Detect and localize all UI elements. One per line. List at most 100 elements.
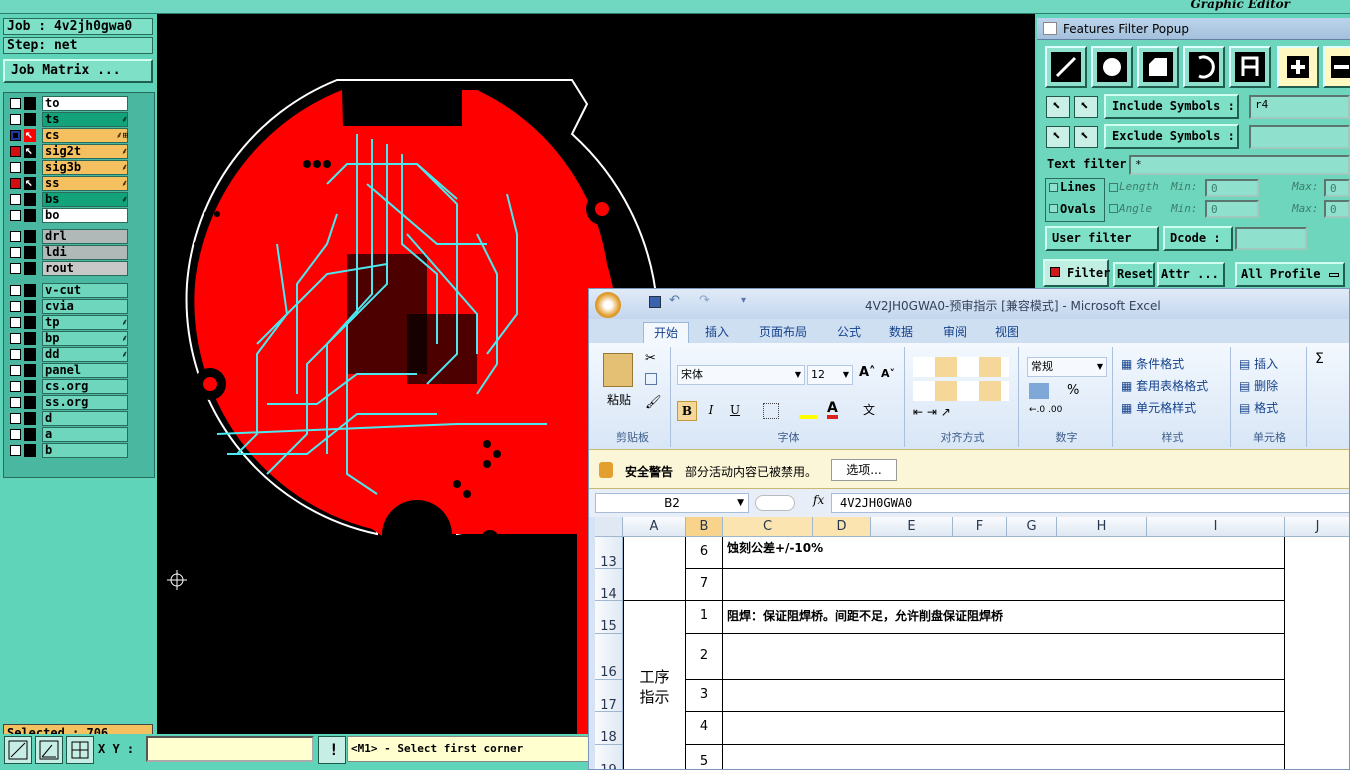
surface-tool-icon[interactable]	[1137, 46, 1179, 88]
warning-icon[interactable]: !	[318, 736, 346, 764]
font-name-select[interactable]: 宋体 ▼	[677, 365, 805, 385]
include-symbols-input[interactable]: r4	[1249, 95, 1350, 119]
fill-color-icon[interactable]	[799, 403, 817, 419]
pad-tool-icon[interactable]	[1091, 46, 1133, 88]
profile-select[interactable]: All Profile	[1235, 262, 1345, 287]
attr-button[interactable]: Attr ...	[1157, 262, 1225, 287]
pick-arrow-icon-2[interactable]: ⬉	[1074, 126, 1098, 148]
layer-checkbox[interactable]	[10, 263, 21, 274]
layer-checkbox[interactable]	[10, 210, 21, 221]
grow-font-icon[interactable]: A˄	[859, 365, 876, 380]
layer-row-cs-org[interactable]: cs.org	[8, 379, 128, 394]
insert-cells-button[interactable]: ▤ 插入	[1239, 355, 1278, 372]
format-as-table-button[interactable]: ▦ 套用表格格式	[1121, 377, 1208, 394]
percent-icon[interactable]: %	[1067, 383, 1079, 398]
select-arrow-icon[interactable]: ⬉	[1046, 96, 1070, 118]
column-header[interactable]: D	[813, 517, 871, 537]
tab-insert[interactable]: 插入	[705, 322, 729, 343]
cell-c[interactable]	[723, 569, 1285, 601]
column-header[interactable]: I	[1147, 517, 1285, 537]
name-box[interactable]: B2 ▼	[595, 493, 749, 513]
function-icon[interactable]: fx	[813, 493, 824, 507]
column-header[interactable]: J	[1285, 517, 1349, 537]
decimal-icons[interactable]: ←.0 .00	[1029, 405, 1062, 415]
column-header[interactable]: A	[623, 517, 686, 537]
negative-polarity-icon[interactable]	[1323, 46, 1350, 88]
paste-icon[interactable]	[603, 353, 633, 387]
bold-icon[interactable]: B	[677, 401, 697, 421]
angle-checkbox[interactable]	[1109, 204, 1118, 213]
layer-checkbox[interactable]	[10, 445, 21, 456]
layer-row-ss[interactable]: ↖ ss ⸙	[8, 175, 128, 191]
ovals-checkbox[interactable]	[1049, 204, 1058, 213]
tab-page-layout[interactable]: 页面布局	[759, 322, 807, 343]
cell-styles-button[interactable]: ▦ 单元格样式	[1121, 399, 1196, 416]
exclude-symbols-button[interactable]: Exclude Symbols :	[1104, 124, 1239, 149]
layer-row-to[interactable]: to	[8, 96, 128, 111]
layer-checkbox[interactable]	[10, 98, 21, 109]
layer-checkbox[interactable]	[10, 114, 21, 125]
cell-c[interactable]: 蚀刻公差+/-10%	[723, 537, 1285, 569]
length-checkbox[interactable]	[1109, 183, 1118, 192]
layer-checkbox[interactable]	[10, 317, 21, 328]
select-all-corner[interactable]	[595, 517, 623, 537]
delete-cells-button[interactable]: ▤ 删除	[1239, 377, 1278, 394]
layer-row-bp[interactable]: bp ⸙	[8, 331, 128, 346]
italic-icon[interactable]: I	[701, 401, 721, 421]
layer-checkbox[interactable]	[10, 146, 21, 157]
format-painter-icon[interactable]: 🖌	[645, 395, 662, 410]
cell-c[interactable]	[723, 745, 1285, 769]
dcode-input[interactable]	[1235, 227, 1307, 250]
pick-arrow-icon[interactable]: ⬉	[1074, 96, 1098, 118]
layer-row-rout[interactable]: rout	[8, 261, 128, 276]
cell-b[interactable]: 4	[686, 712, 723, 745]
cell-c[interactable]	[723, 680, 1285, 712]
layer-checkbox[interactable]	[10, 397, 21, 408]
column-header[interactable]: H	[1057, 517, 1147, 537]
row-header[interactable]: 16	[595, 634, 623, 680]
undo-icon[interactable]: ↶	[669, 293, 680, 308]
cell-b[interactable]: 6	[686, 537, 723, 569]
currency-icon[interactable]	[1029, 383, 1049, 399]
zoom-area-icon[interactable]	[35, 736, 63, 764]
layer-row-drl[interactable]: drl	[8, 229, 128, 244]
layer-row-ts[interactable]: ts ⸙	[8, 112, 128, 127]
layer-row-ldi[interactable]: ldi	[8, 245, 128, 260]
layer-row-cvia[interactable]: cvia	[8, 299, 128, 314]
length-max-input[interactable]: 0	[1324, 179, 1350, 197]
shrink-font-icon[interactable]: A˅	[881, 367, 895, 380]
layer-checkbox[interactable]	[10, 162, 21, 173]
font-size-select[interactable]: 12 ▼	[807, 365, 853, 385]
select-arrow-icon-2[interactable]: ⬉	[1046, 126, 1070, 148]
include-symbols-button[interactable]: Include Symbols :	[1104, 94, 1239, 119]
format-cells-button[interactable]: ▤ 格式	[1239, 399, 1278, 416]
column-header[interactable]: C	[723, 517, 813, 537]
zoom-fit-icon[interactable]	[4, 736, 32, 764]
horizontal-align-icons[interactable]	[913, 381, 1009, 401]
layer-checkbox[interactable]	[10, 194, 21, 205]
user-filter-button[interactable]: User filter ...	[1045, 226, 1159, 266]
layer-checkbox[interactable]	[10, 381, 21, 392]
grid-icon[interactable]	[66, 736, 94, 764]
layer-checkbox[interactable]	[10, 231, 21, 242]
layer-checkbox[interactable]	[10, 429, 21, 440]
arc-tool-icon[interactable]	[1183, 46, 1225, 88]
copy-icon[interactable]	[645, 373, 657, 385]
row-header[interactable]: 18	[595, 712, 623, 745]
phonetic-icon[interactable]: 文	[863, 401, 875, 418]
indent-icons[interactable]: ⇤ ⇥ ↗	[913, 405, 979, 425]
cell-b[interactable]: 2	[686, 634, 723, 680]
length-min-input[interactable]: 0	[1205, 179, 1259, 197]
tab-data[interactable]: 数据	[889, 322, 913, 343]
text-filter-input[interactable]: *	[1129, 155, 1350, 175]
column-header[interactable]: B	[686, 517, 723, 537]
row-header[interactable]: 19	[595, 745, 623, 769]
lines-checkbox[interactable]	[1049, 183, 1058, 192]
number-format-select[interactable]: 常规 ▼	[1027, 357, 1107, 377]
row-header[interactable]: 17	[595, 680, 623, 713]
tab-review[interactable]: 审阅	[943, 322, 967, 343]
layer-row-a[interactable]: a	[8, 427, 128, 442]
autosum-icon[interactable]: Σ	[1315, 351, 1324, 367]
formula-cancel-icon[interactable]	[755, 495, 795, 511]
layer-checkbox[interactable]	[10, 365, 21, 376]
